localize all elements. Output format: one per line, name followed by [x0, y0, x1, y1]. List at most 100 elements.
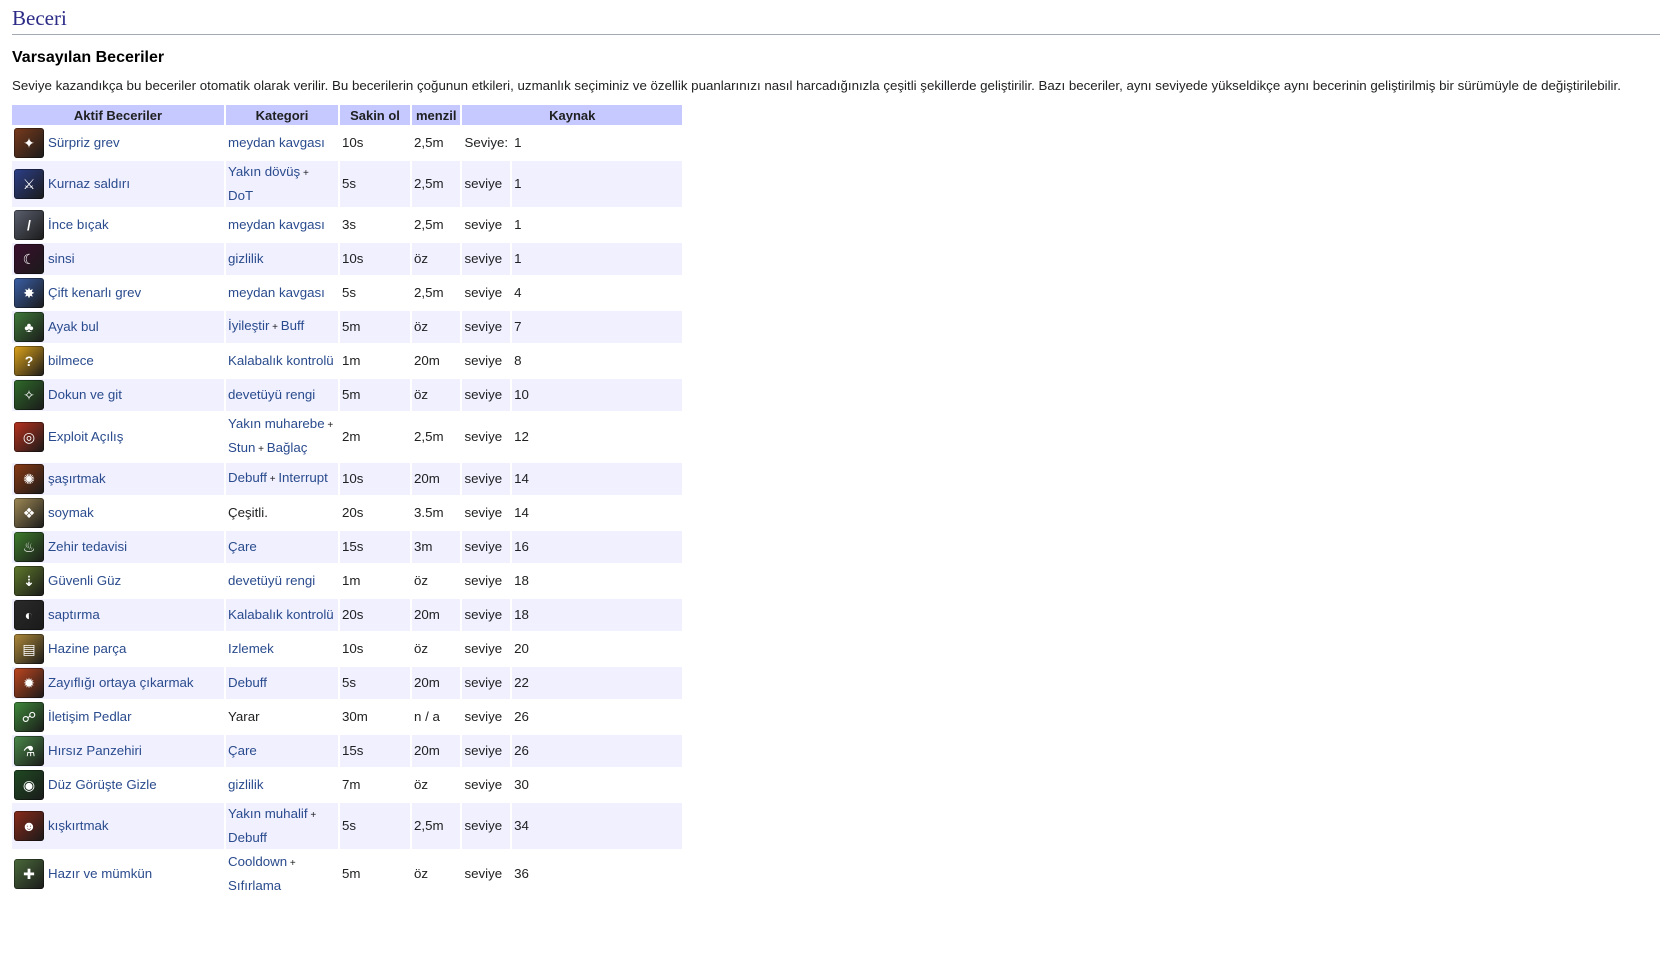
category-link[interactable]: devetüyü rengi: [228, 573, 315, 588]
safe-fall-icon[interactable]: ⇣: [14, 566, 44, 596]
skill-name-link[interactable]: Ayak bul: [48, 316, 99, 338]
skill-name-link[interactable]: şaşırtmak: [48, 468, 106, 490]
skill-name-link[interactable]: Hazır ve mümkün: [48, 863, 152, 885]
cooldown-cell: 15s: [340, 531, 410, 563]
cooldown-cell: 5m: [340, 379, 410, 411]
find-footing-icon[interactable]: ♣: [14, 312, 44, 342]
skill-name-link[interactable]: Zehir tedavisi: [48, 536, 127, 558]
table-row: ⇣ Güvenli Güz devetüyü rengi 1m öz seviye 18: [12, 565, 682, 597]
source-label-cell: seviye: [464, 505, 503, 520]
level-cell: 26: [512, 735, 683, 767]
category-link[interactable]: devetüyü rengi: [228, 387, 315, 402]
skill-name-link[interactable]: Exploit Açılış: [48, 426, 123, 448]
table-row: ✸ Çift kenarlı grev meydan kavgası 5s 2,5m se…: [12, 277, 682, 309]
skill-name-link[interactable]: bilmece: [48, 350, 94, 372]
cunning-attack-icon[interactable]: ⚔: [14, 169, 44, 199]
skill-name-link[interactable]: Çift kenarlı grev: [48, 282, 141, 304]
table-row: ◉ Düz Görüşte Gizle gizlilik 7m öz seviye 30: [12, 769, 682, 801]
source-label-cell: seviye: [462, 463, 511, 495]
skill-name-link[interactable]: İnce bıçak: [48, 214, 109, 236]
skills-table-body: ✦ Sürpriz grev meydan kavgası 10s 2,5m Seviye…: [12, 127, 683, 897]
source-label-cell: seviye: [462, 667, 511, 699]
category-link[interactable]: Cooldown: [228, 854, 287, 869]
touch-and-go-icon[interactable]: ✧: [14, 380, 44, 410]
hide-in-plain-sight-icon[interactable]: ◉: [14, 770, 44, 800]
category-cell: Çare: [226, 531, 338, 563]
provoke-icon[interactable]: ☻: [14, 811, 44, 841]
category-link[interactable]: meydan kavgası: [228, 285, 325, 300]
table-row: ☾ sinsi gizlilik 10s öz seviye 1: [12, 243, 683, 275]
range-cell: öz: [414, 866, 429, 881]
category-link[interactable]: Çare: [228, 743, 257, 758]
skill-cell: ✦ Sürpriz grev: [12, 127, 224, 159]
skill-name-link[interactable]: saptırma: [48, 604, 100, 626]
range-cell: 2,5m: [412, 161, 461, 207]
skill-name-link[interactable]: soymak: [48, 502, 94, 524]
exploit-opening-icon[interactable]: ◎: [14, 422, 44, 452]
category-link[interactable]: gizlilik: [228, 777, 263, 792]
surprise-strike-icon[interactable]: ✦: [14, 128, 44, 158]
category-link[interactable]: Yakın dövüş: [228, 164, 300, 179]
reveal-weakness-icon[interactable]: ✹: [14, 668, 44, 698]
skill-name-link[interactable]: Kurnaz saldırı: [48, 173, 130, 195]
category-link[interactable]: Yakın muhalif: [228, 806, 308, 821]
category-link[interactable]: Sıfırlama: [228, 878, 281, 893]
category-link[interactable]: meydan kavgası: [228, 217, 325, 232]
fine-blade-icon[interactable]: /: [14, 210, 44, 240]
category-link[interactable]: Stun: [228, 440, 255, 455]
category-link[interactable]: meydan kavgası: [228, 135, 325, 150]
category-link[interactable]: DoT: [228, 188, 253, 203]
category-link[interactable]: Izlemek: [228, 641, 274, 656]
range-cell: n / a: [414, 709, 440, 724]
source-label-cell: seviye: [464, 709, 503, 724]
range-cell: öz: [412, 311, 461, 343]
skill-cell: ✸ Çift kenarlı grev: [12, 277, 224, 309]
treasure-piece-icon[interactable]: ▤: [14, 634, 44, 664]
plus-separator: +: [269, 322, 281, 333]
skill-name-wrap: ◐ saptırma: [14, 600, 222, 630]
double-edged-strike-icon[interactable]: ✸: [14, 278, 44, 308]
sneak-icon[interactable]: ☾: [14, 244, 44, 274]
skill-name-link[interactable]: İletişim Pedlar: [48, 706, 132, 728]
skill-name-link[interactable]: Sürpriz grev: [48, 132, 120, 154]
category-link[interactable]: Debuff: [228, 830, 267, 845]
poison-cure-icon[interactable]: ♨: [14, 532, 44, 562]
skill-name-link[interactable]: Düz Görüşte Gizle: [48, 774, 157, 796]
range-cell: 3m: [412, 531, 461, 563]
header-cooldown: Sakin ol: [340, 105, 410, 125]
category-link: Çeşitli.: [228, 505, 268, 520]
category-link[interactable]: Interrupt: [278, 470, 328, 485]
category-link[interactable]: gizlilik: [228, 251, 263, 266]
category-cell: Yakın muhalif + Debuff: [226, 803, 338, 849]
ready-and-able-icon[interactable]: ✚: [14, 859, 44, 889]
riddle-icon[interactable]: ?: [14, 346, 44, 376]
category-link[interactable]: Kalabalık kontrolü: [228, 353, 334, 368]
skill-name-link[interactable]: Güvenli Güz: [48, 570, 121, 592]
category-link[interactable]: Bağlaç: [267, 440, 308, 455]
plus-separator: +: [307, 810, 317, 821]
skill-name-wrap: ✹ Zayıflığı ortaya çıkarmak: [14, 668, 222, 698]
category-link[interactable]: Çare: [228, 539, 257, 554]
category-link[interactable]: Debuff: [228, 470, 267, 485]
skill-name-link[interactable]: Zayıflığı ortaya çıkarmak: [48, 672, 194, 694]
category-cell: Debuff: [226, 667, 338, 699]
startle-icon[interactable]: ✺: [14, 464, 44, 494]
category-link[interactable]: İyileştir: [228, 318, 269, 333]
skill-name-link[interactable]: Hazine parça: [48, 638, 126, 660]
plus-separator: +: [300, 168, 309, 179]
contact-pedlar-icon[interactable]: ☍: [14, 702, 44, 732]
burglar-antidote-icon[interactable]: ⚗: [14, 736, 44, 766]
category-link[interactable]: Debuff: [228, 675, 267, 690]
category-cell: Cooldown + Sıfırlama: [226, 851, 338, 897]
skill-name-link[interactable]: Dokun ve git: [48, 384, 122, 406]
distraction-icon[interactable]: ◐: [14, 600, 44, 630]
category-cell: Debuff + Interrupt: [226, 463, 338, 495]
skill-name-link[interactable]: kışkırtmak: [48, 815, 109, 837]
category-link[interactable]: Yakın muharebe: [228, 416, 325, 431]
range-cell: 2,5m: [414, 285, 444, 300]
skill-name-link[interactable]: sinsi: [48, 248, 75, 270]
skill-name-link[interactable]: Hırsız Panzehiri: [48, 740, 142, 762]
category-link[interactable]: Kalabalık kontrolü: [228, 607, 334, 622]
rob-icon[interactable]: ❖: [14, 498, 44, 528]
category-link[interactable]: Buff: [281, 318, 304, 333]
